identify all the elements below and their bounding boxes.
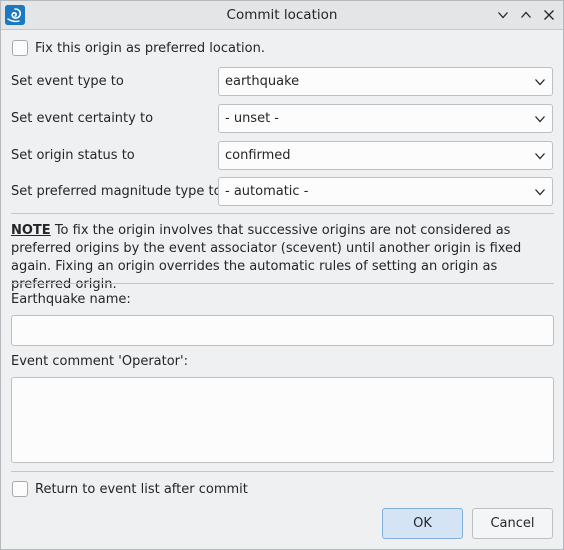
chevron-up-icon bbox=[521, 11, 531, 18]
event-comment-textarea[interactable] bbox=[11, 377, 554, 463]
separator bbox=[11, 471, 554, 472]
event-comment-label: Event comment 'Operator': bbox=[11, 354, 188, 369]
ok-button-label: OK bbox=[413, 516, 432, 531]
chevron-down-icon bbox=[498, 12, 508, 19]
origin-status-value: confirmed bbox=[225, 148, 291, 163]
note-body: To fix the origin involves that successi… bbox=[11, 223, 522, 292]
cancel-button-label: Cancel bbox=[490, 516, 535, 531]
fix-origin-label: Fix this origin as preferred location. bbox=[35, 40, 265, 56]
commit-location-dialog: Commit location Fix this origin as prefe… bbox=[0, 0, 564, 550]
event-certainty-select[interactable]: - unset - bbox=[218, 104, 553, 133]
chevron-down-icon bbox=[535, 189, 545, 196]
close-icon bbox=[544, 10, 554, 20]
origin-status-label: Set origin status to bbox=[11, 148, 135, 163]
fix-origin-checkbox[interactable] bbox=[12, 40, 28, 56]
cancel-button[interactable]: Cancel bbox=[472, 508, 553, 539]
close-button[interactable] bbox=[540, 6, 558, 24]
event-type-select[interactable]: earthquake bbox=[218, 67, 553, 96]
title-bar[interactable]: Commit location bbox=[1, 1, 563, 30]
ok-button[interactable]: OK bbox=[382, 508, 463, 539]
event-type-label: Set event type to bbox=[11, 74, 124, 89]
chevron-down-icon bbox=[535, 153, 545, 160]
return-to-list-row[interactable]: Return to event list after commit bbox=[12, 481, 248, 497]
window-title: Commit location bbox=[226, 7, 338, 23]
magnitude-type-value: - automatic - bbox=[225, 184, 309, 199]
note-keyword: NOTE bbox=[11, 223, 51, 238]
chevron-down-icon bbox=[535, 116, 545, 123]
event-certainty-label: Set event certainty to bbox=[11, 111, 154, 126]
earthquake-name-label: Earthquake name: bbox=[11, 292, 131, 307]
event-type-value: earthquake bbox=[225, 74, 300, 89]
event-certainty-value: - unset - bbox=[225, 111, 279, 126]
return-to-list-checkbox[interactable] bbox=[12, 481, 28, 497]
magnitude-type-select[interactable]: - automatic - bbox=[218, 177, 553, 206]
return-to-list-label: Return to event list after commit bbox=[35, 481, 248, 497]
chevron-down-icon bbox=[535, 79, 545, 86]
separator bbox=[11, 283, 554, 284]
minimize-button[interactable] bbox=[494, 6, 512, 24]
maximize-button[interactable] bbox=[517, 6, 535, 24]
separator bbox=[11, 213, 554, 214]
origin-status-select[interactable]: confirmed bbox=[218, 141, 553, 170]
magnitude-type-label: Set preferred magnitude type to bbox=[11, 184, 222, 199]
earthquake-name-input[interactable] bbox=[11, 315, 554, 346]
fix-origin-row[interactable]: Fix this origin as preferred location. bbox=[12, 40, 265, 56]
